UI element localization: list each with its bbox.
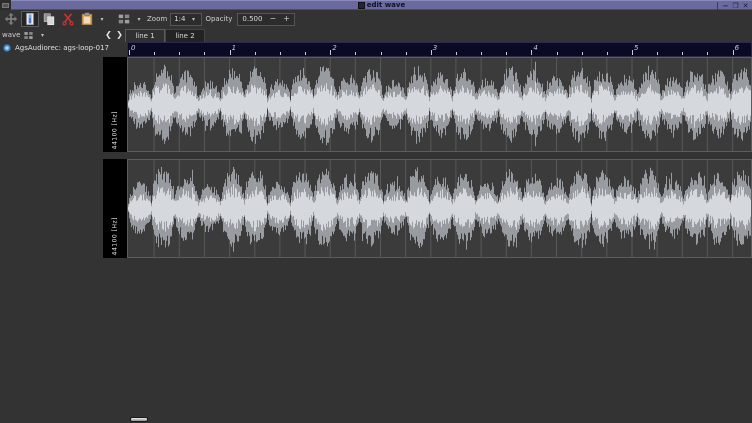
copy-button[interactable] — [40, 11, 58, 27]
zoom-combo-caret-icon: ▾ — [188, 16, 198, 23]
close-button[interactable]: ✕ — [741, 2, 750, 10]
ruler-tick — [506, 52, 507, 55]
ruler-tick — [531, 50, 532, 55]
edit-tool-icon — [23, 12, 37, 26]
window-menu-button[interactable] — [0, 0, 11, 10]
opacity-value: 0.500 — [242, 15, 262, 23]
waveform-canvas-1[interactable] — [127, 57, 752, 152]
timeline-ruler[interactable]: 0 1 2 3 4 5 6 — [127, 42, 752, 57]
paste-dropdown-button[interactable]: ▾ — [97, 16, 107, 23]
ruler-tick — [632, 50, 633, 55]
machine-list-item[interactable]: AgsAudiorec: ags-loop-017 — [3, 44, 109, 52]
tool-menu-icon — [117, 12, 131, 26]
ruler-tick — [230, 50, 231, 55]
ruler-tick — [431, 50, 432, 55]
wave-row-2: 44100 [Hz] — [103, 159, 752, 258]
wave-row-1: 44100 [Hz] — [103, 57, 752, 152]
tool-menu-button[interactable] — [115, 11, 133, 27]
titlebar-bar[interactable]: edit wave − ❐ ✕ — [11, 0, 752, 10]
window-menu-icon — [2, 3, 9, 8]
prev-line-button[interactable]: ❮ — [103, 29, 114, 41]
waveform-canvas-2[interactable] — [127, 159, 752, 258]
position-tool-button[interactable] — [2, 11, 20, 27]
selector-row: wave ▾ ❮ ❯ line 1 line 2 — [0, 28, 752, 42]
ruler-number: 5 — [634, 44, 638, 52]
machine-selector[interactable]: wave ▾ — [0, 30, 103, 41]
horizontal-scrollbar-handle[interactable] — [130, 417, 148, 422]
opacity-increase-button[interactable]: + — [283, 14, 290, 24]
opacity-decrease-button[interactable]: − — [269, 14, 276, 24]
waveform-svg — [128, 160, 751, 257]
copy-icon — [42, 12, 56, 26]
zoom-combo[interactable]: 1:4 ▾ — [170, 13, 202, 26]
paste-clipboard-icon — [80, 12, 94, 26]
maximize-button[interactable]: ❐ — [731, 2, 740, 10]
tab-line-1[interactable]: line 1 — [125, 29, 165, 42]
zoom-label: Zoom — [147, 15, 167, 23]
ruler-tick — [682, 52, 683, 55]
ruler-tick — [280, 52, 281, 55]
waveform-svg — [128, 58, 751, 151]
ruler-tick — [607, 52, 608, 55]
machine-selector-label: wave — [2, 31, 20, 39]
titlebar: edit wave − ❐ ✕ — [0, 0, 752, 10]
ruler-tick — [204, 52, 205, 55]
ruler-tick — [255, 52, 256, 55]
titlebar-divider — [717, 2, 718, 10]
window-title: edit wave — [367, 1, 405, 9]
ruler-tick — [733, 50, 734, 55]
machine-icon — [23, 30, 34, 41]
line-tabbar: line 1 line 2 — [125, 28, 205, 42]
ruler-number: 2 — [332, 44, 336, 52]
ruler-number: 1 — [232, 44, 236, 52]
ruler-tick — [129, 50, 130, 55]
window-icon — [358, 2, 365, 9]
ruler-tick — [481, 52, 482, 55]
ruler-tick — [582, 52, 583, 55]
ruler-tick — [456, 52, 457, 55]
opacity-spinbutton[interactable]: 0.500 − + — [237, 13, 294, 26]
opacity-label: Opacity — [205, 15, 232, 23]
edit-wave-window: edit wave − ❐ ✕ — [0, 0, 752, 423]
ruler-number: 4 — [533, 44, 537, 52]
minimize-button[interactable]: − — [721, 2, 730, 10]
next-line-button[interactable]: ❯ — [114, 29, 125, 41]
samplerate-label: 44100 [Hz] — [112, 217, 119, 255]
tab-line-2[interactable]: line 2 — [165, 29, 205, 42]
cut-button[interactable] — [59, 11, 77, 27]
radio-selected-icon — [3, 44, 11, 52]
ruler-tick — [179, 52, 180, 55]
ruler-number: 0 — [131, 44, 135, 52]
edit-tool-button[interactable] — [21, 11, 39, 27]
ruler-number: 3 — [433, 44, 437, 52]
ruler-tick — [381, 52, 382, 55]
ruler-tick — [330, 50, 331, 55]
samplerate-label: 44100 [Hz] — [112, 111, 119, 149]
machine-list-item-label: AgsAudiorec: ags-loop-017 — [15, 44, 109, 52]
ruler-tick — [657, 52, 658, 55]
ruler-number: 6 — [735, 44, 739, 52]
samplerate-label-strip: 44100 [Hz] — [103, 57, 127, 152]
ruler-tick — [154, 52, 155, 55]
ruler-tick — [707, 52, 708, 55]
ruler-tick — [557, 52, 558, 55]
toolbar: ▾ ▾ Zoom 1:4 ▾ Opacity 0.500 − + — [0, 10, 752, 28]
position-tool-icon — [4, 12, 18, 26]
tool-menu-dropdown-button[interactable]: ▾ — [134, 16, 144, 23]
zoom-value: 1:4 — [174, 15, 185, 23]
ruler-tick — [305, 52, 306, 55]
ruler-tick — [355, 52, 356, 55]
paste-button[interactable] — [78, 11, 96, 27]
samplerate-label-strip: 44100 [Hz] — [103, 159, 127, 258]
ruler-tick — [406, 52, 407, 55]
machine-selector-caret-icon: ▾ — [37, 32, 47, 39]
cut-scissors-icon — [61, 12, 75, 26]
